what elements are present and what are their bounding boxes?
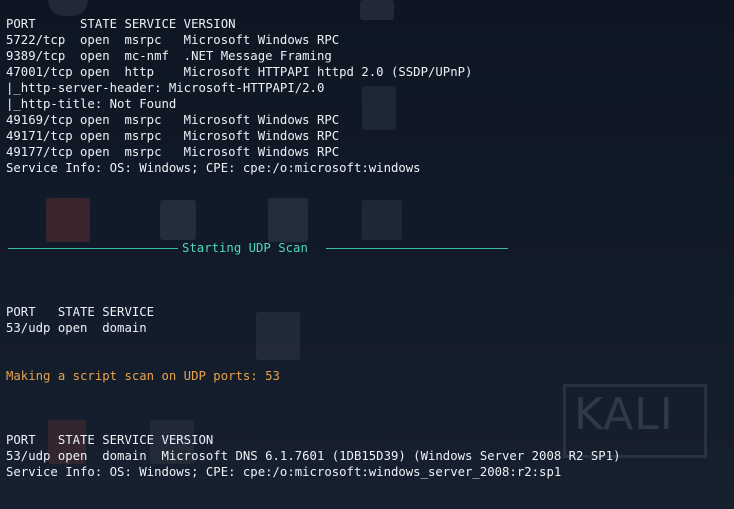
udp-header-line: PORT STATE SERVICE <box>6 305 155 319</box>
desktop-icon-ghost <box>268 198 308 242</box>
desktop-icon-ghost <box>256 312 300 360</box>
separator-rule <box>326 248 508 249</box>
tcp-header-line: PORT STATE SERVICE VERSION <box>6 17 236 31</box>
script-output-line: |_http-server-header: Microsoft-HTTPAPI/… <box>6 81 325 95</box>
script-scan-message: Making a script scan on UDP ports: 53 <box>6 369 280 383</box>
desktop-icon-ghost <box>362 86 396 130</box>
tcp-result-line: 49177/tcp open msrpc Microsoft Windows R… <box>6 145 340 159</box>
tcp-result-line: 5722/tcp open msrpc Microsoft Windows RP… <box>6 33 340 47</box>
desktop-icon-ghost <box>362 200 402 240</box>
desktop-icon-ghost <box>160 200 196 240</box>
udp-scan-separator: Starting UDP Scan <box>8 240 508 256</box>
script-output-line: |_http-title: Not Found <box>6 97 177 111</box>
separator-rule <box>8 248 178 249</box>
terminal-window[interactable]: KALI PORT STATE SERVICE VERSION 5722/tcp… <box>0 0 734 509</box>
service-info-line: Service Info: OS: Windows; CPE: cpe:/o:m… <box>6 161 421 175</box>
tcp-result-line: 47001/tcp open http Microsoft HTTPAPI ht… <box>6 65 473 79</box>
tcp-result-line: 49171/tcp open msrpc Microsoft Windows R… <box>6 129 340 143</box>
desktop-icon-ghost <box>46 198 90 242</box>
tcp-result-line: 49169/tcp open msrpc Microsoft Windows R… <box>6 113 340 127</box>
udp-service-info-line: Service Info: OS: Windows; CPE: cpe:/o:m… <box>6 465 562 479</box>
desktop-icon-ghost <box>48 0 88 16</box>
desktop-icon-ghost <box>360 0 394 20</box>
kali-watermark: KALI <box>574 389 674 440</box>
tcp-result-line: 9389/tcp open mc-nmf .NET Message Framin… <box>6 49 332 63</box>
udp-result-line: 53/udp open domain <box>6 321 147 335</box>
udp-version-header-line: PORT STATE SERVICE VERSION <box>6 433 214 447</box>
separator-label: Starting UDP Scan <box>182 241 308 255</box>
udp-version-result-line: 53/udp open domain Microsoft DNS 6.1.760… <box>6 449 621 463</box>
